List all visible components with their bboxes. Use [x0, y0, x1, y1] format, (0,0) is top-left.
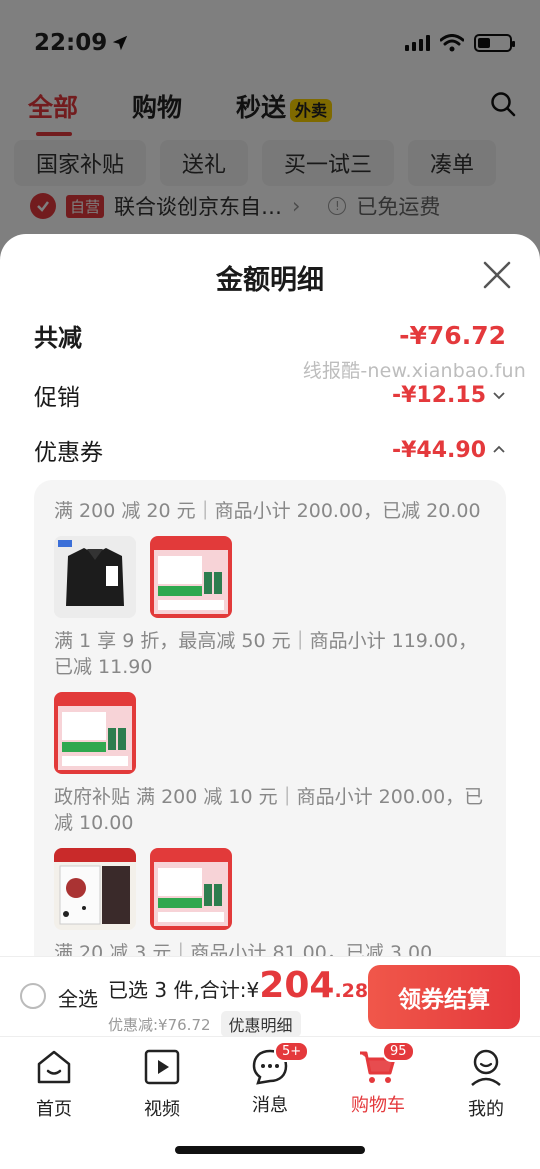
- sheet-title: 金额明细: [216, 265, 324, 296]
- nav-video[interactable]: 视频: [122, 1047, 202, 1121]
- total-yen: ¥: [246, 978, 260, 1002]
- promo-amount: -¥12.15: [391, 382, 486, 408]
- video-icon: [144, 1049, 180, 1085]
- home-icon: [37, 1050, 71, 1084]
- select-all-checkbox[interactable]: [20, 983, 46, 1009]
- message-badge: 5+: [274, 1041, 310, 1062]
- product-thumb-medicine[interactable]: [150, 536, 232, 618]
- coupon-row[interactable]: 优惠券 -¥44.90: [34, 433, 506, 467]
- checkout-button[interactable]: 领券结算: [368, 965, 520, 1029]
- coupon-label: 优惠券: [34, 440, 103, 466]
- total-reduce-amount: -¥76.72: [399, 321, 506, 350]
- discount-text: 优惠减:¥76.72: [108, 1015, 211, 1034]
- total-line: 已选 3 件,合计: ¥ 204 .28: [108, 965, 368, 1006]
- promo-row[interactable]: 促销 -¥12.15: [34, 378, 506, 412]
- product-thumb-medicine[interactable]: [150, 848, 232, 930]
- chevron-up-icon: [493, 445, 505, 453]
- cart-icon-wrap: 95: [358, 1041, 415, 1087]
- coupon-group-thumbs: [54, 692, 486, 774]
- home-indicator[interactable]: [175, 1146, 365, 1154]
- coupon-group-thumbs: [54, 536, 486, 618]
- promo-amount-wrap: -¥12.15: [392, 383, 506, 408]
- cart-badge: 95: [382, 1041, 415, 1062]
- selected-count-text: 已选 3 件,合计:: [108, 978, 247, 1002]
- total-main: 204: [259, 965, 335, 1006]
- coupon-group-desc: 政府补贴 满 200 减 10 元｜商品小计 200.00，已减 10.00: [54, 786, 484, 834]
- coupon-amount: -¥44.90: [391, 437, 486, 463]
- promo-label: 促销: [34, 385, 80, 411]
- nav-home[interactable]: 首页: [14, 1047, 94, 1121]
- coupon-detail-box: 满 200 减 20 元｜商品小计 200.00，已减 20.00 满 1 享 …: [34, 480, 506, 980]
- profile-icon: [471, 1049, 501, 1086]
- total-decimal: .28: [334, 980, 369, 1002]
- nav-cart[interactable]: 95 购物车: [338, 1041, 418, 1117]
- product-thumb-medicine[interactable]: [54, 692, 136, 774]
- nav-message[interactable]: 5+ 消息: [230, 1041, 310, 1117]
- checkout-bar: 全选 已选 3 件,合计: ¥ 204 .28 优惠减:¥76.72 优惠明细 …: [0, 956, 540, 1037]
- nav-profile[interactable]: 我的: [446, 1047, 526, 1121]
- coupon-group-desc: 满 1 享 9 折，最高减 50 元｜商品小计 119.00，已减 11.90: [54, 630, 478, 678]
- total-reduce-row: 共减 -¥76.72: [34, 318, 506, 353]
- total-reduce-label: 共减: [34, 324, 82, 352]
- select-all-label[interactable]: 全选: [58, 983, 98, 1012]
- product-thumb-shirt[interactable]: [54, 536, 136, 618]
- coupon-group-desc: 满 200 减 20 元｜商品小计 200.00，已减 20.00: [54, 500, 481, 522]
- coupon-group-thumbs: [54, 848, 486, 930]
- discount-detail-button[interactable]: 优惠明细: [220, 1011, 301, 1037]
- discount-line: 优惠减:¥76.72 优惠明细: [108, 1011, 301, 1037]
- chevron-down-icon: [493, 392, 505, 400]
- close-icon[interactable]: [480, 258, 514, 292]
- product-thumb-book[interactable]: [54, 848, 136, 930]
- coupon-amount-wrap: -¥44.90: [392, 438, 506, 463]
- message-icon-wrap: 5+: [250, 1041, 310, 1087]
